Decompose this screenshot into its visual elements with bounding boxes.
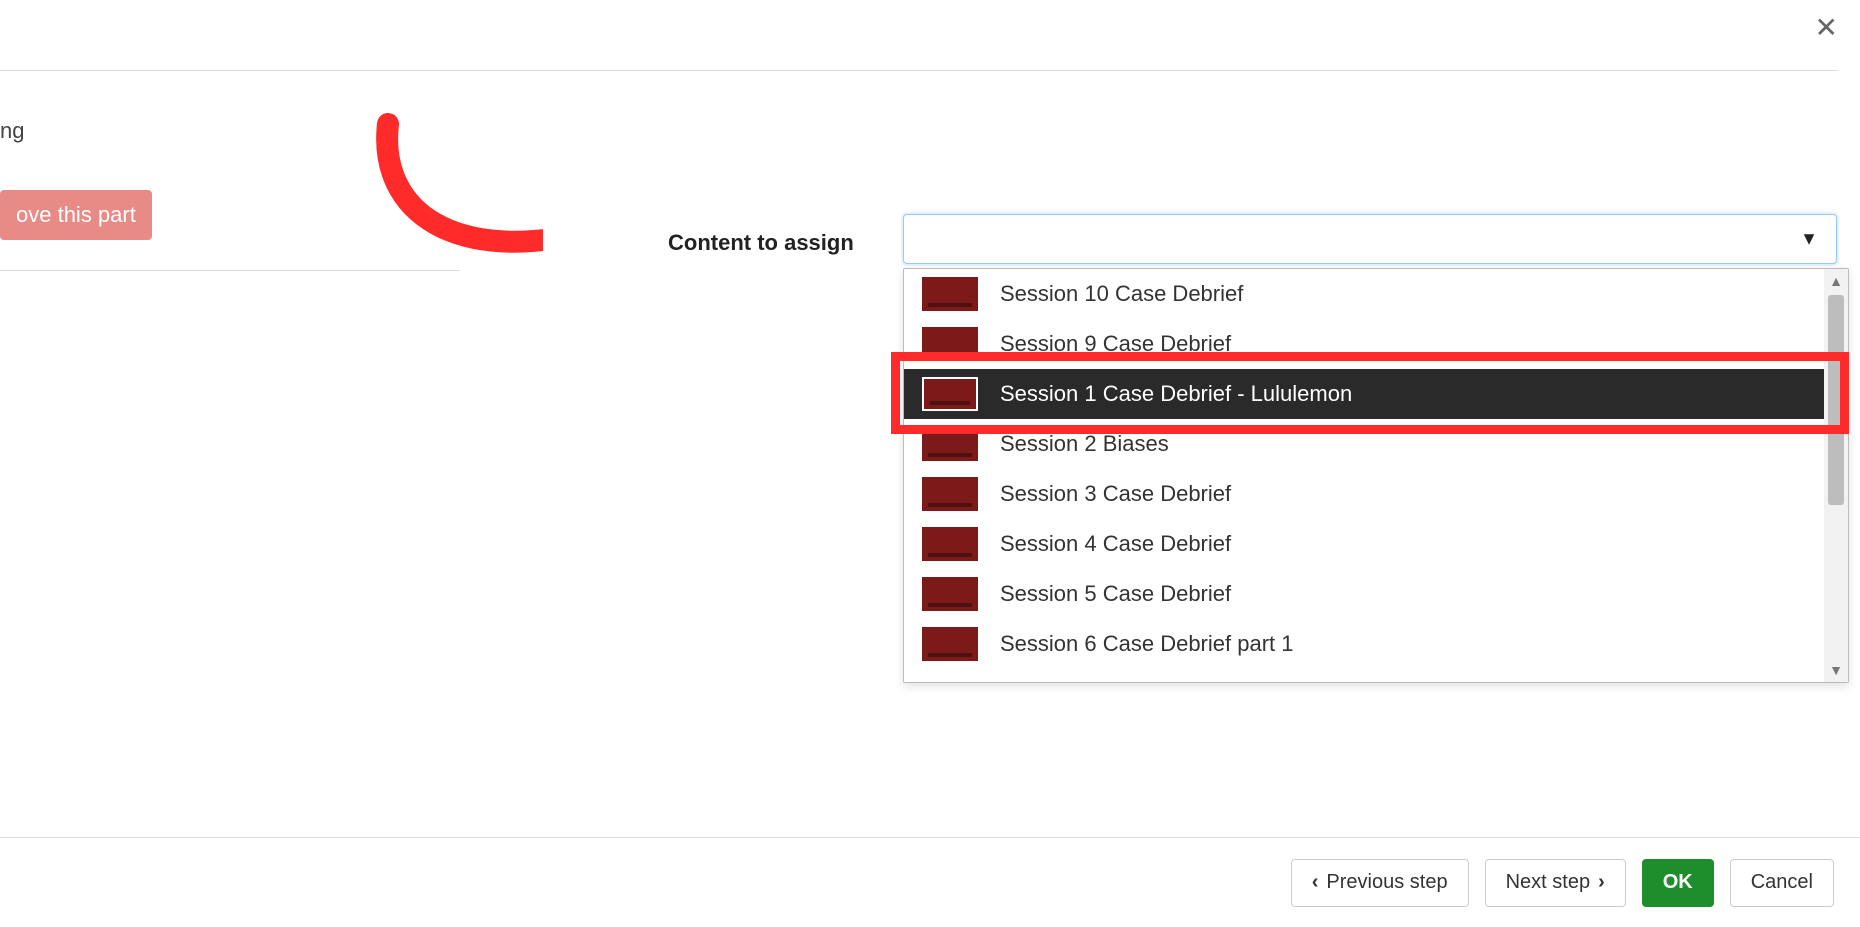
dropdown-item-label: Session 9 Case Debrief [1000, 331, 1231, 357]
field-label-content-to-assign: Content to assign [668, 230, 854, 256]
dropdown-list: Session 10 Case Debrief Session 9 Case De… [904, 269, 1824, 682]
thumbnail-icon [922, 477, 978, 511]
close-icon[interactable]: ✕ [1815, 14, 1838, 42]
dropdown-item-label: Session 10 Case Debrief [1000, 281, 1243, 307]
chevron-left-icon: ‹ [1312, 871, 1319, 894]
dropdown-item[interactable]: Session 5 Case Debrief [904, 569, 1824, 619]
previous-step-button[interactable]: ‹ Previous step [1291, 859, 1469, 907]
dropdown-item-label: Session 1 Case Debrief - Lululemon [1000, 381, 1352, 407]
content-panel: Content to assign ▼ Session 10 Case Debr… [543, 184, 1833, 819]
button-label: Next step [1506, 871, 1590, 894]
content-dropdown: Session 10 Case Debrief Session 9 Case De… [903, 268, 1849, 683]
thumbnail-icon [922, 527, 978, 561]
dropdown-item[interactable]: Session 4 Case Debrief [904, 519, 1824, 569]
scroll-up-icon[interactable]: ▲ [1824, 269, 1848, 293]
dropdown-item-label: Session 2 Biases [1000, 431, 1169, 457]
dropdown-item[interactable]: Session 3 Case Debrief [904, 469, 1824, 519]
scrollbar[interactable]: ▲ ▼ [1824, 269, 1848, 682]
thumbnail-icon [922, 327, 978, 361]
divider [0, 270, 460, 271]
cropped-text: ng [0, 118, 24, 144]
dropdown-item[interactable]: Session 9 Case Debrief [904, 319, 1824, 369]
scroll-thumb[interactable] [1828, 295, 1844, 505]
remove-part-button[interactable]: ove this part [0, 190, 152, 240]
divider [0, 70, 1838, 71]
button-label: Previous step [1326, 871, 1447, 894]
ok-button[interactable]: OK [1642, 859, 1714, 907]
thumbnail-icon [922, 277, 978, 311]
dropdown-item[interactable]: Session 1 Case Debrief - Lululemon [904, 369, 1824, 419]
footer: ‹ Previous step Next step › OK Cancel [0, 837, 1860, 927]
thumbnail-icon [922, 377, 978, 411]
dropdown-item[interactable]: Session 2 Biases [904, 419, 1824, 469]
cancel-button[interactable]: Cancel [1730, 859, 1834, 907]
chevron-down-icon: ▼ [1800, 229, 1818, 250]
dropdown-item-label: Session 6 Case Debrief part 1 [1000, 631, 1294, 657]
scroll-down-icon[interactable]: ▼ [1824, 658, 1848, 682]
thumbnail-icon [922, 627, 978, 661]
thumbnail-icon [922, 427, 978, 461]
dropdown-item[interactable]: Session 6 Case Debrief part 1 [904, 619, 1824, 669]
dropdown-item-label: Session 3 Case Debrief [1000, 481, 1231, 507]
chevron-right-icon: › [1598, 871, 1605, 894]
dropdown-item[interactable]: Session 10 Case Debrief [904, 269, 1824, 319]
dropdown-item-label: Session 4 Case Debrief [1000, 531, 1231, 557]
next-step-button[interactable]: Next step › [1485, 859, 1626, 907]
thumbnail-icon [922, 577, 978, 611]
content-to-assign-select[interactable]: ▼ [903, 214, 1837, 264]
dropdown-item-label: Session 5 Case Debrief [1000, 581, 1231, 607]
